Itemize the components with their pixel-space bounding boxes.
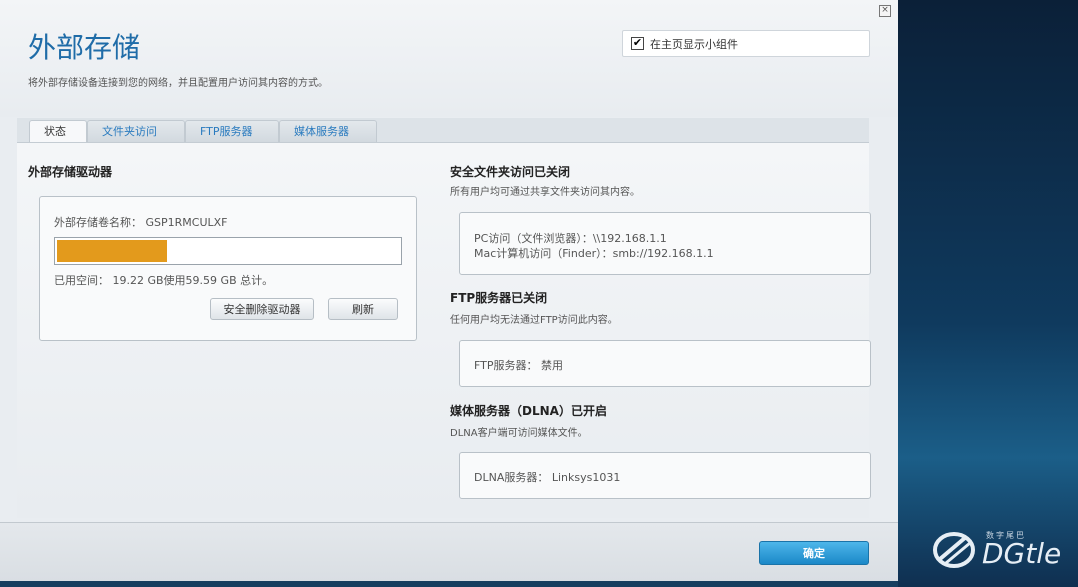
safe-remove-drive-button[interactable]: 安全删除驱动器 <box>210 298 314 320</box>
bottom-strip <box>0 580 898 587</box>
folder-access-heading: 安全文件夹访问已关闭 <box>450 165 571 179</box>
tab-status[interactable]: 状态 <box>29 120 87 142</box>
volume-name: 外部存储卷名称： GSP1RMCULXF <box>54 216 228 229</box>
ftp-heading: FTP服务器已关闭 <box>450 291 548 305</box>
dgtle-logo: 数字尾巴 DGtle <box>930 525 1070 575</box>
dlna-subtitle: DLNA客户端可访问媒体文件。 <box>450 428 588 439</box>
ok-button[interactable]: 确定 <box>759 541 869 565</box>
close-icon[interactable]: × <box>879 5 891 17</box>
storage-usage-bar <box>54 237 402 265</box>
dialog-header: 外部存储 将外部存储设备连接到您的网络，并且配置用户访问其内容的方式。 × ✔ … <box>0 0 898 117</box>
logo-text: DGtle <box>982 537 1062 570</box>
tab-bar: 状态 文件夹访问 FTP服务器 媒体服务器 <box>17 118 869 143</box>
dialog-footer: 确定 <box>0 522 898 581</box>
dlna-heading: 媒体服务器（DLNA）已开启 <box>450 404 607 418</box>
dlna-status: DLNA服务器： Linksys1031 <box>474 471 621 484</box>
folder-access-subtitle: 所有用户均可通过共享文件夹访问其内容。 <box>450 187 640 198</box>
storage-usage-fill <box>57 240 167 262</box>
ftp-subtitle: 任何用户均无法通过FTP访问此内容。 <box>450 315 618 326</box>
usage-text: 已用空间： 19.22 GB使用59.59 GB 总计。 <box>54 274 274 287</box>
tab-media-server[interactable]: 媒体服务器 <box>279 120 377 142</box>
tab-ftp-server[interactable]: FTP服务器 <box>185 120 279 142</box>
drive-heading: 外部存储驱动器 <box>28 165 113 179</box>
show-widget-checkbox[interactable]: ✔ <box>631 37 644 50</box>
ftp-status: FTP服务器： 禁用 <box>474 359 563 372</box>
mac-access-path: Mac计算机访问（Finder）：smb://192.168.1.1 <box>474 247 714 260</box>
desktop-background <box>898 0 1078 587</box>
dgtle-logo-icon <box>933 532 975 568</box>
page-title: 外部存储 <box>28 31 141 64</box>
refresh-button[interactable]: 刷新 <box>328 298 398 320</box>
show-widget-option[interactable]: ✔ 在主页显示小组件 <box>622 30 870 57</box>
pc-access-path: PC访问（文件浏览器）：\\192.168.1.1 <box>474 232 667 245</box>
page-subtitle: 将外部存储设备连接到您的网络，并且配置用户访问其内容的方式。 <box>28 78 328 89</box>
external-storage-dialog: 外部存储 将外部存储设备连接到您的网络，并且配置用户访问其内容的方式。 × ✔ … <box>0 0 898 581</box>
tab-folder-access[interactable]: 文件夹访问 <box>87 120 185 142</box>
show-widget-label: 在主页显示小组件 <box>650 38 738 51</box>
